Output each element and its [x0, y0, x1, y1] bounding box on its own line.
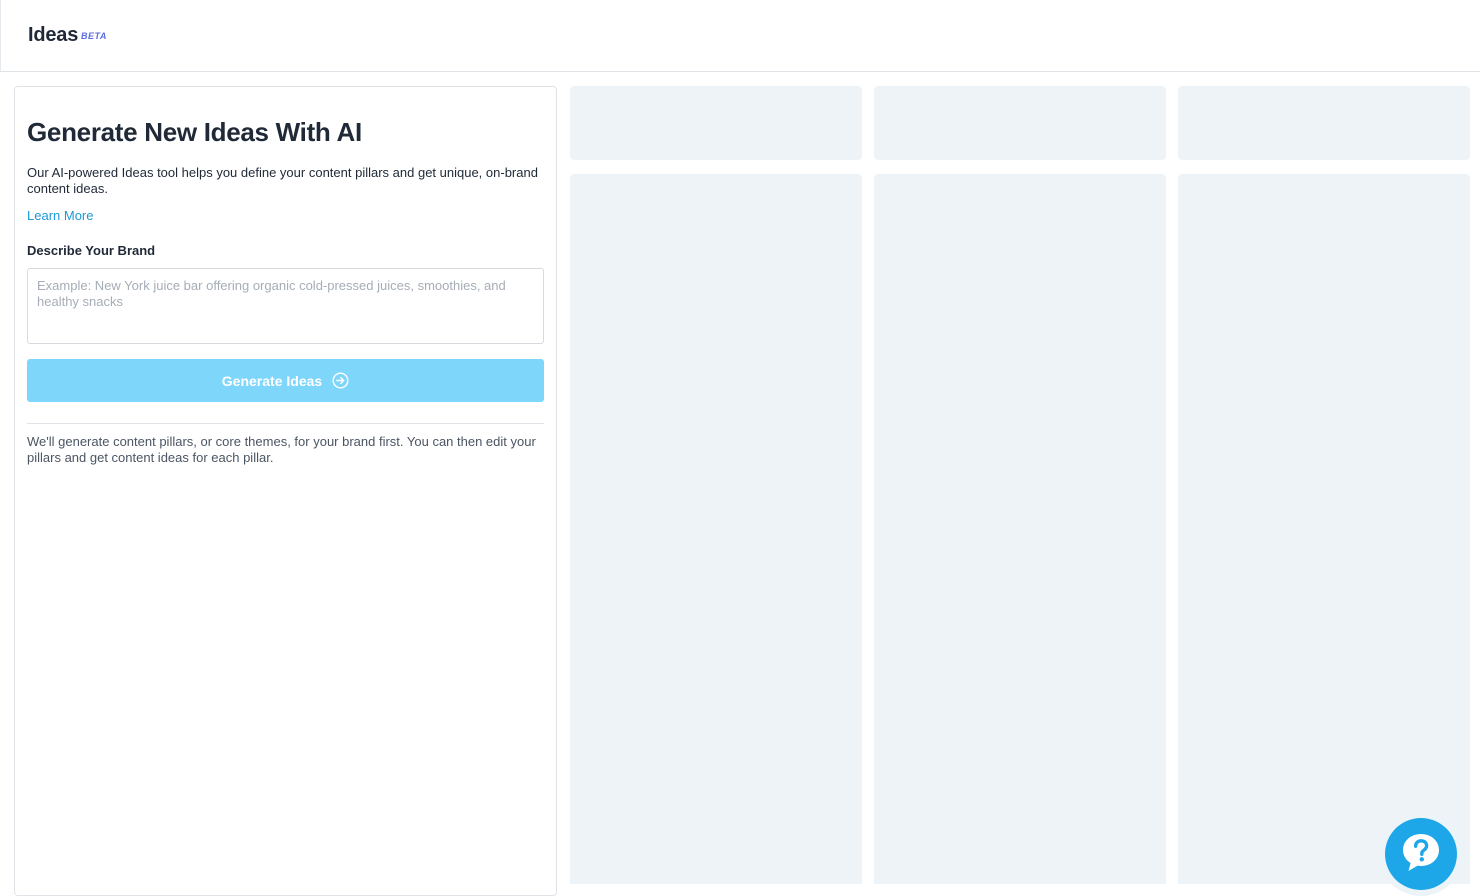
help-chat-button[interactable]	[1385, 818, 1457, 890]
question-chat-icon	[1403, 834, 1439, 871]
panel-divider	[27, 423, 544, 424]
skeleton-header-3	[1178, 86, 1470, 160]
generate-ideas-label: Generate Ideas	[221, 372, 323, 389]
skeleton-column-1	[570, 174, 862, 884]
app-title: Ideas	[28, 24, 79, 46]
brand-field-label: Describe Your Brand	[27, 243, 156, 258]
top-header: Ideas BETA	[0, 0, 1480, 72]
generate-ideas-button[interactable]: Generate Ideas	[27, 359, 544, 402]
skeleton-header-1	[570, 86, 862, 160]
learn-more-link[interactable]: Learn More	[27, 208, 93, 223]
brand-description-input[interactable]	[27, 268, 544, 344]
skeleton-column-3	[1178, 174, 1470, 884]
skeleton-column-2	[874, 174, 1166, 884]
beta-badge: BETA	[81, 31, 107, 41]
panel-description: Our AI-powered Ideas tool helps you defi…	[27, 165, 538, 196]
panel-footnote: We'll generate content pillars, or core …	[27, 434, 536, 465]
arrow-right-circle-icon	[332, 372, 349, 389]
panel-title: Generate New Ideas With AI	[27, 117, 362, 147]
skeleton-header-2	[874, 86, 1166, 160]
generate-ideas-panel: Generate New Ideas With AI Our AI-powere…	[14, 86, 557, 896]
